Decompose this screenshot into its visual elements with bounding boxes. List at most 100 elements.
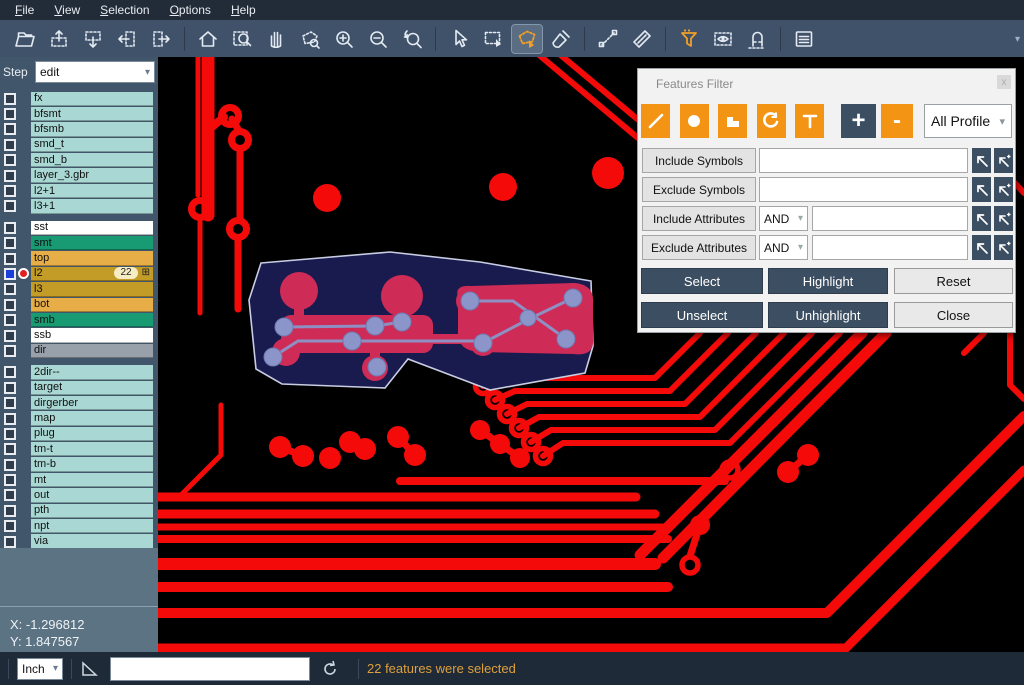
unit-select[interactable]: Inch ▾ [17,658,63,680]
unhighlight-button[interactable]: Unhighlight [768,302,888,328]
layer-row-l3+1[interactable]: l3+1 [0,199,158,214]
menu-file[interactable]: File [6,1,43,19]
pick-from-canvas-button[interactable] [972,235,991,260]
layer-row-target[interactable]: target [0,380,158,395]
layer-row-dir[interactable]: dir [0,343,158,358]
exclude-attributes-input[interactable] [812,235,968,260]
zoom-previous-icon[interactable] [397,25,427,53]
layer-checkbox[interactable] [4,170,16,182]
layer-row-l3[interactable]: l3 [0,282,158,297]
layer-row-l2[interactable]: l222⊞ [0,266,158,281]
angle-measure-icon[interactable] [80,660,100,678]
add-filter-button[interactable]: + [841,104,876,138]
reset-button[interactable]: Reset [894,268,1013,294]
menu-options[interactable]: Options [161,1,220,19]
feature-type-pad-button[interactable] [680,104,709,138]
zoom-in-icon[interactable] [329,25,359,53]
layer-checkbox[interactable] [4,123,16,135]
layer-checkbox[interactable] [4,93,16,105]
layer-checkbox[interactable] [4,154,16,166]
layer-row-fx[interactable]: fx [0,91,158,106]
exclude-symbols-button[interactable]: Exclude Symbols [642,177,756,202]
profile-select[interactable]: All Profile ▾ [924,104,1012,138]
layer-checkbox[interactable] [4,536,16,548]
features-filter-icon[interactable] [674,25,704,53]
pick-add-from-canvas-button[interactable] [994,235,1013,260]
snap-mode-icon[interactable] [742,25,772,53]
layer-checkbox[interactable] [4,330,16,342]
layer-checkbox[interactable] [4,382,16,394]
zoom-out-icon[interactable] [363,25,393,53]
pan-down-icon[interactable] [78,25,108,53]
layer-row-bot[interactable]: bot [0,297,158,312]
layer-row-2dir--[interactable]: 2dir-- [0,365,158,380]
include-attributes-input[interactable] [812,206,968,231]
close-icon[interactable]: x [997,75,1011,89]
zoom-polygon-icon[interactable] [295,25,325,53]
feature-type-text-button[interactable] [795,104,824,138]
layer-checkbox[interactable] [4,108,16,120]
home-view-icon[interactable] [193,25,223,53]
brush-select-icon[interactable] [546,25,576,53]
zoom-window-icon[interactable] [227,25,257,53]
unselect-button[interactable]: Unselect [641,302,763,328]
feature-type-arc-button[interactable] [757,104,786,138]
layer-checkbox[interactable] [4,474,16,486]
remove-filter-button[interactable]: - [881,104,913,138]
layer-row-npt[interactable]: npt [0,519,158,534]
layer-row-bfsmb[interactable]: bfsmb [0,122,158,137]
layer-row-smb[interactable]: smb [0,312,158,327]
step-select[interactable]: edit ▾ [35,61,155,83]
pan-right-icon[interactable] [146,25,176,53]
pick-add-from-canvas-button[interactable] [994,177,1013,202]
pick-from-canvas-button[interactable] [972,177,991,202]
exclude-attributes-button[interactable]: Exclude Attributes [642,235,756,260]
layer-checkbox[interactable] [4,345,16,357]
exclude-symbols-input[interactable] [759,177,968,202]
menu-view[interactable]: View [45,1,89,19]
pan-up-icon[interactable] [44,25,74,53]
layer-checkbox[interactable] [4,200,16,212]
layer-row-l2+1[interactable]: l2+1 [0,183,158,198]
layer-checkbox[interactable] [4,253,16,265]
layer-checkbox[interactable] [4,366,16,378]
toolbar-overflow-chevron[interactable]: ▾ [1015,34,1020,45]
layer-row-top[interactable]: top [0,251,158,266]
pick-from-canvas-button[interactable] [972,148,991,173]
pan-left-icon[interactable] [112,25,142,53]
rect-select-icon[interactable] [478,25,508,53]
pan-hand-icon[interactable] [261,25,291,53]
layer-checkbox[interactable] [4,237,16,249]
highlight-button[interactable]: Highlight [768,268,888,294]
layer-checkbox[interactable] [4,397,16,409]
view-options-icon[interactable] [708,25,738,53]
pointer-select-icon[interactable] [444,25,474,53]
measure-distance-icon[interactable] [593,25,623,53]
layer-checkbox[interactable] [4,443,16,455]
layer-checkbox[interactable] [4,299,16,311]
refresh-icon[interactable] [320,659,340,679]
grid-icon[interactable]: ⊞ [142,268,150,278]
layer-checkbox[interactable] [4,413,16,425]
pick-add-from-canvas-button[interactable] [994,206,1013,231]
layer-row-plug[interactable]: plug [0,426,158,441]
layer-row-smt[interactable]: smt [0,236,158,251]
feature-type-surface-button[interactable] [718,104,747,138]
layer-checkbox[interactable] [4,459,16,471]
menu-help[interactable]: Help [222,1,265,19]
include-symbols-input[interactable] [759,148,968,173]
layer-checkbox[interactable] [4,314,16,326]
include-symbols-button[interactable]: Include Symbols [642,148,756,173]
pick-add-from-canvas-button[interactable] [994,148,1013,173]
include-attributes-button[interactable]: Include Attributes [642,206,756,231]
feature-type-line-button[interactable] [641,104,670,138]
layer-checkbox[interactable] [4,283,16,295]
include-attributes-operator-select[interactable]: AND▾ [759,206,808,231]
close-button[interactable]: Close [894,302,1013,328]
layer-checkbox[interactable] [4,185,16,197]
layer-row-ssb[interactable]: ssb [0,328,158,343]
open-file-icon[interactable] [10,25,40,53]
layer-checkbox[interactable] [4,222,16,234]
menu-selection[interactable]: Selection [91,1,158,19]
layer-checkbox[interactable] [4,505,16,517]
